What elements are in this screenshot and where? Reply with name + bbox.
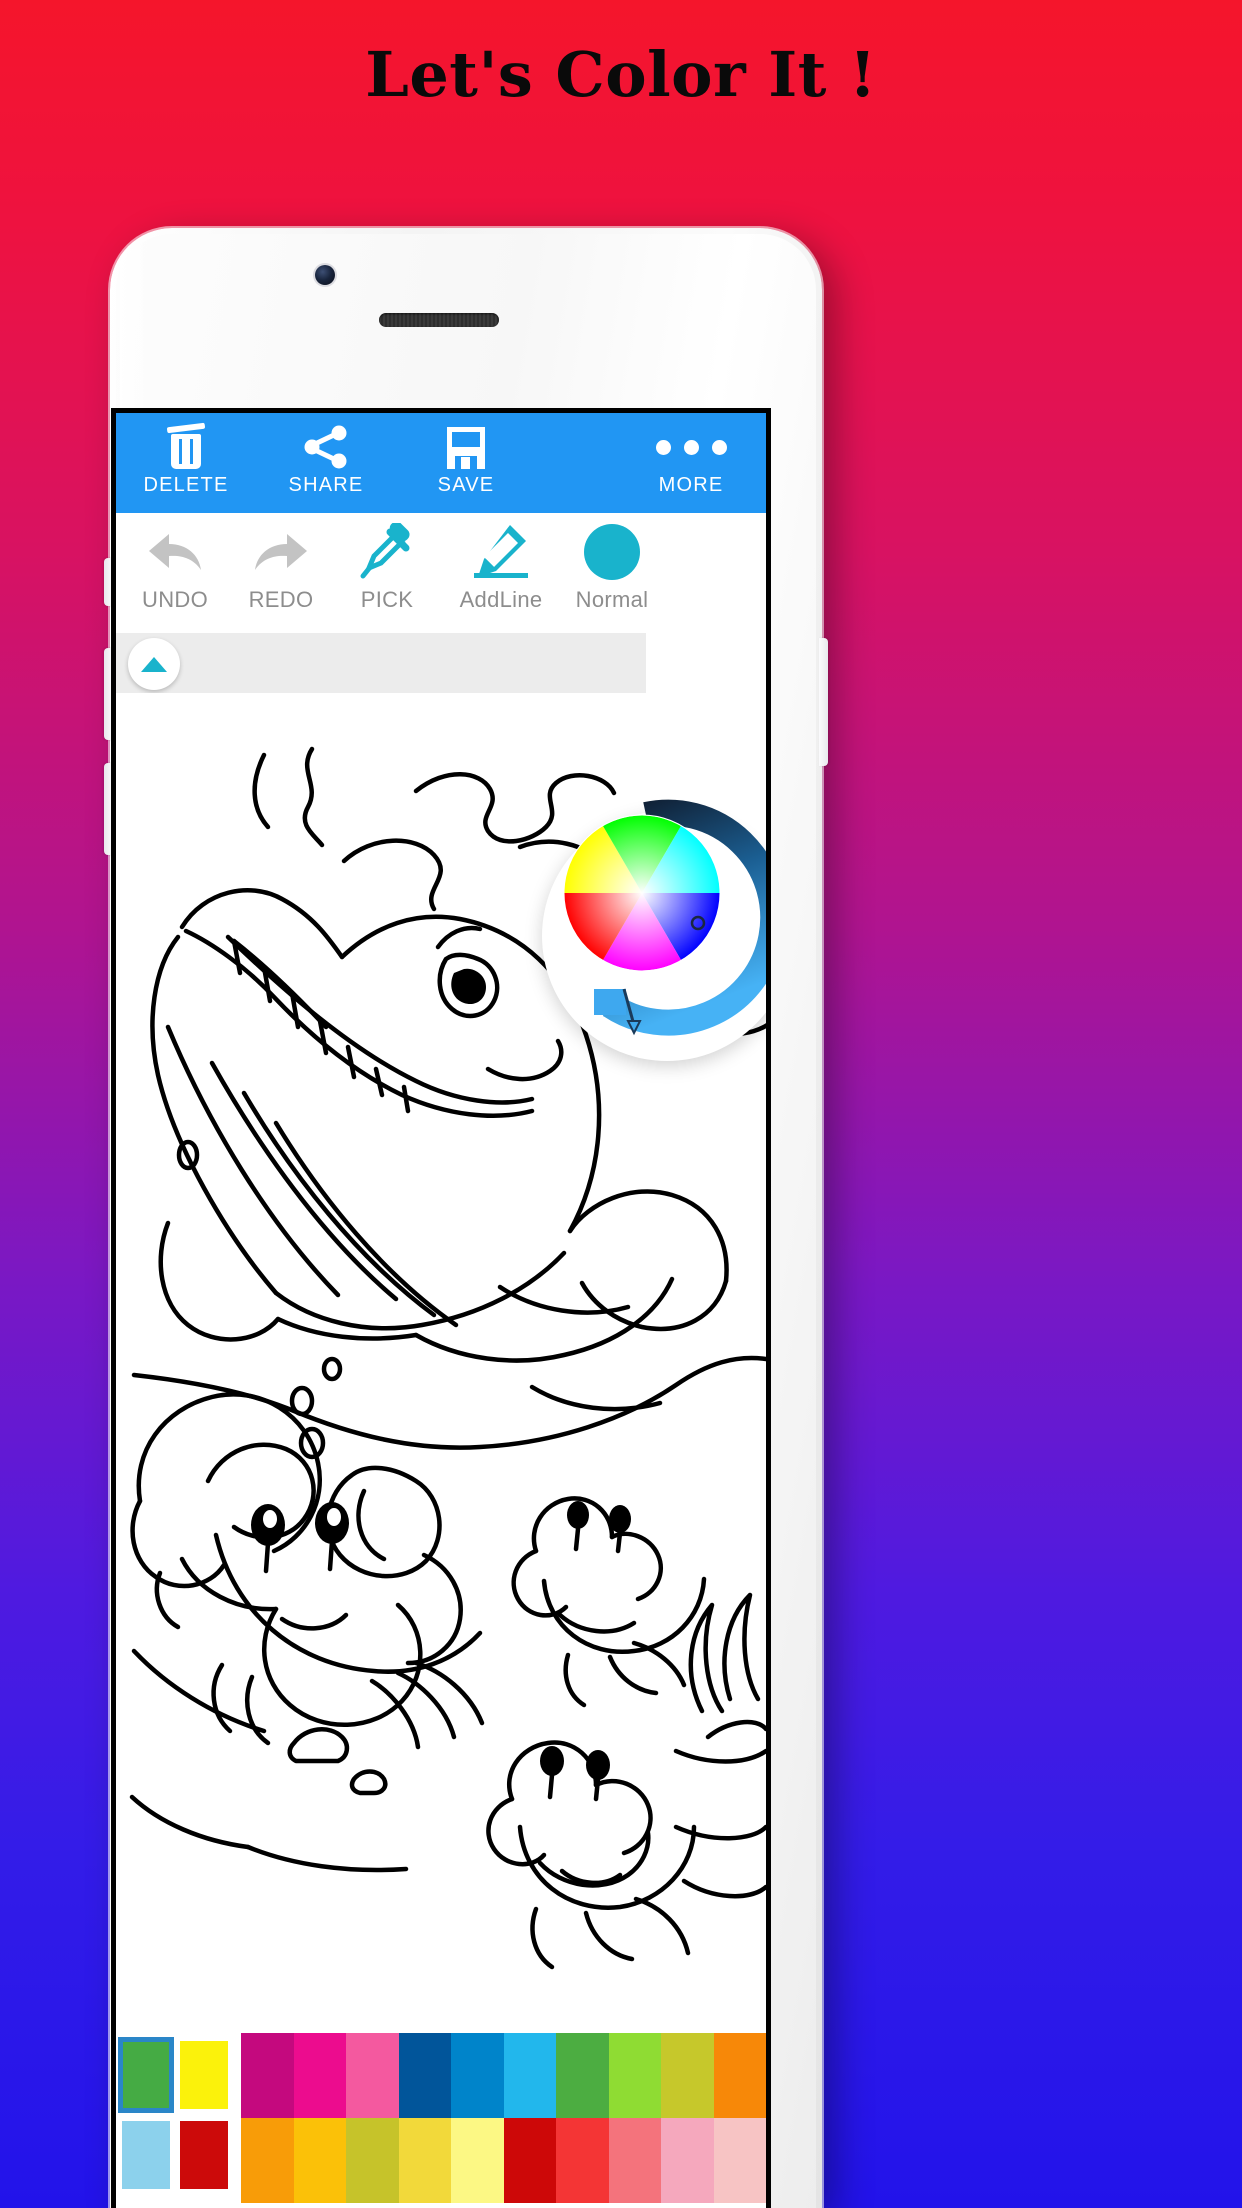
delete-button[interactable]: DELETE	[116, 413, 256, 497]
redo-button[interactable]: REDO	[240, 521, 322, 613]
palette-swatch[interactable]	[346, 2118, 399, 2203]
trash-icon	[166, 422, 206, 469]
palette-column[interactable]	[241, 2033, 294, 2203]
pick-color-button[interactable]: PICK	[346, 521, 428, 613]
palette-column[interactable]	[451, 2033, 504, 2203]
pick-label: PICK	[360, 587, 414, 612]
color-wheel-picker[interactable]	[542, 799, 766, 1061]
palette-swatch[interactable]	[293, 2033, 346, 2118]
palette-swatch[interactable]	[346, 2033, 399, 2118]
palette-swatch[interactable]	[713, 2033, 766, 2118]
palette-swatch[interactable]	[398, 2118, 451, 2203]
page-title: Let's Color It !	[365, 38, 877, 111]
palette-swatch[interactable]	[241, 2118, 294, 2203]
phone-earpiece-speaker	[379, 313, 499, 327]
redo-label: REDO	[248, 587, 314, 612]
palette-swatch[interactable]	[556, 2033, 609, 2118]
add-line-button[interactable]: AddLine	[446, 521, 556, 613]
phone-front-camera-icon	[315, 265, 335, 285]
palette-swatch[interactable]	[398, 2033, 451, 2118]
add-line-label: AddLine	[459, 587, 543, 612]
palette-column[interactable]	[608, 2033, 661, 2203]
palette-column[interactable]	[661, 2033, 714, 2203]
palette-swatch[interactable]	[503, 2118, 556, 2203]
collapsed-panel-strip	[116, 633, 646, 693]
pencil-icon	[474, 525, 528, 578]
palette-column[interactable]	[503, 2033, 556, 2203]
more-dots-icon	[652, 425, 730, 469]
palette-swatch[interactable]	[608, 2118, 661, 2203]
tool-row: UNDO REDO PICK AddLine Normal	[116, 513, 766, 633]
delete-button-label: DELETE	[143, 474, 229, 496]
palette-swatch[interactable]	[661, 2118, 714, 2203]
hue-saturation-wheel	[563, 814, 721, 972]
brightness-handle	[594, 989, 626, 1015]
save-button[interactable]: SAVE	[396, 413, 536, 497]
palette-swatch[interactable]	[241, 2033, 294, 2118]
save-button-label: SAVE	[437, 474, 495, 496]
palette-swatch[interactable]	[608, 2033, 661, 2118]
eyedropper-icon	[360, 523, 410, 579]
palette-recent-colors[interactable]	[116, 2033, 241, 2203]
palette-swatch-recent[interactable]	[122, 2121, 170, 2189]
palette-swatch[interactable]	[713, 2118, 766, 2203]
share-button[interactable]: SHARE	[256, 413, 396, 497]
undo-arrow-icon	[149, 534, 201, 570]
palette-column[interactable]	[398, 2033, 451, 2203]
palette-column[interactable]	[556, 2033, 609, 2203]
redo-arrow-icon	[255, 534, 307, 570]
coloring-canvas[interactable]	[116, 693, 766, 2028]
floppy-disk-icon	[447, 427, 485, 469]
expand-panel-button[interactable]	[128, 638, 180, 690]
palette-swatch[interactable]	[503, 2033, 556, 2118]
palette-column[interactable]	[346, 2033, 399, 2203]
phone-power-button	[819, 638, 828, 766]
app-toolbar: DELETE SHARE SAVE MORE	[116, 413, 766, 513]
palette-swatch[interactable]	[451, 2033, 504, 2118]
palette-swatch[interactable]	[661, 2033, 714, 2118]
chevron-up-icon	[141, 656, 167, 672]
palette-swatch[interactable]	[451, 2118, 504, 2203]
palette-swatch[interactable]	[293, 2118, 346, 2203]
palette-swatch-recent[interactable]	[180, 2041, 228, 2109]
palette-swatch-selected[interactable]	[118, 2037, 174, 2113]
more-button-label: MORE	[658, 474, 724, 496]
brush-mode-label: Normal	[575, 587, 649, 612]
undo-label: UNDO	[142, 587, 208, 612]
brush-mode-button[interactable]: Normal	[562, 521, 662, 613]
palette-column[interactable]	[713, 2033, 766, 2203]
brush-mode-circle-icon	[584, 524, 640, 580]
undo-button[interactable]: UNDO	[134, 521, 216, 613]
palette-swatch[interactable]	[556, 2118, 609, 2203]
more-button[interactable]: MORE	[616, 413, 766, 497]
share-icon	[304, 425, 347, 469]
share-button-label: SHARE	[288, 474, 364, 496]
palette-swatch-recent[interactable]	[180, 2121, 228, 2189]
palette-column[interactable]	[293, 2033, 346, 2203]
palette-grid[interactable]	[241, 2033, 766, 2203]
color-palette[interactable]	[116, 2033, 766, 2203]
app-screen: DELETE SHARE SAVE MORE UNDO REDO PICK Ad…	[111, 408, 771, 2208]
